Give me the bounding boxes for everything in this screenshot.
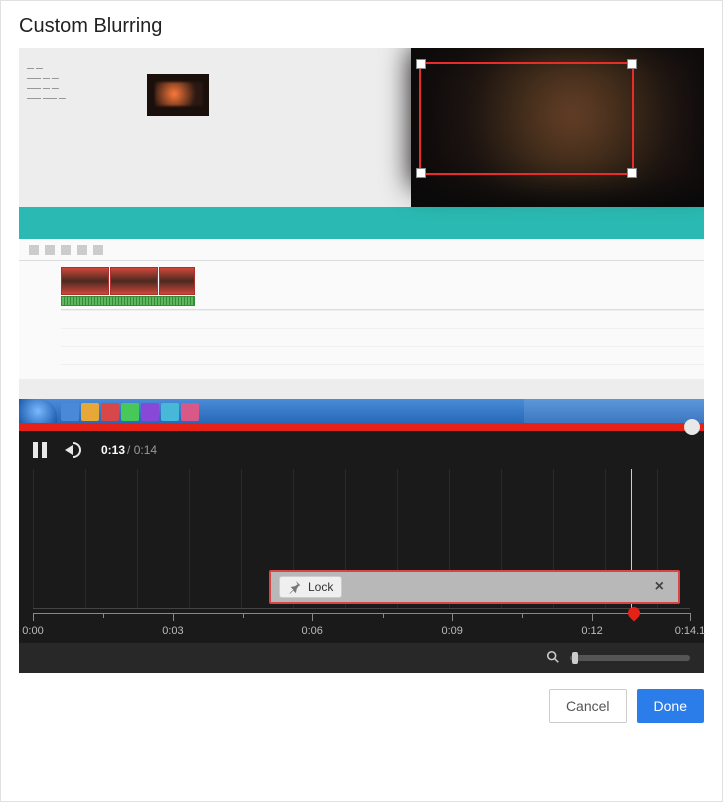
timeline-toolbar bbox=[19, 239, 704, 261]
editor-tool-ribbon bbox=[19, 207, 704, 239]
timeline-ruler[interactable]: 0:00 0:03 0:06 0:09 0:12 0:14.1 bbox=[33, 611, 690, 639]
timeline-clip bbox=[61, 267, 109, 295]
blur-timeline-panel: Lock × 0:00 0:03 0:06 0:09 0:12 0:14.1 bbox=[19, 469, 704, 673]
current-time: 0:13 bbox=[101, 443, 125, 457]
zoom-slider-thumb[interactable] bbox=[572, 652, 578, 664]
system-tray bbox=[524, 399, 704, 423]
blur-timeline-grid[interactable]: Lock × bbox=[33, 469, 690, 609]
timeline-clip bbox=[110, 267, 158, 295]
ruler-label: 0:03 bbox=[162, 625, 183, 637]
editor-media-panel: — — —— — — —— — — —— —— — bbox=[19, 48, 411, 207]
timeline-audio-track bbox=[61, 296, 195, 306]
ruler-label: 0:00 bbox=[22, 625, 43, 637]
lock-label: Lock bbox=[308, 580, 333, 594]
editor-top-panel: — — —— — — —— — — —— —— — bbox=[19, 48, 704, 207]
custom-blurring-dialog: Custom Blurring — — —— — — —— — — —— —— … bbox=[0, 0, 723, 802]
lock-button[interactable]: Lock bbox=[279, 576, 342, 598]
media-thumbnail bbox=[147, 74, 209, 116]
pause-button[interactable] bbox=[33, 442, 47, 458]
taskbar-pinned-icons bbox=[61, 403, 199, 421]
timeline-empty-tracks bbox=[61, 309, 704, 379]
video-preview-area: — — —— — — —— — — —— —— — bbox=[19, 48, 704, 423]
resize-handle-top-left[interactable] bbox=[416, 59, 426, 69]
ruler-label: 0:14.1 bbox=[675, 625, 706, 637]
video-progress-bar[interactable] bbox=[19, 423, 704, 431]
zoom-slider[interactable] bbox=[570, 655, 690, 661]
ruler-label: 0:12 bbox=[581, 625, 602, 637]
dialog-header: Custom Blurring bbox=[1, 1, 722, 48]
windows-taskbar bbox=[19, 399, 704, 423]
cancel-button[interactable]: Cancel bbox=[549, 689, 627, 723]
media-file-list: — — —— — — —— — — —— —— — bbox=[27, 64, 403, 104]
volume-icon[interactable] bbox=[65, 442, 83, 458]
start-button-icon bbox=[19, 399, 57, 423]
blur-selection-rect[interactable] bbox=[419, 62, 634, 175]
player-controls: 0:13/ 0:14 bbox=[19, 431, 704, 469]
resize-handle-bottom-right[interactable] bbox=[627, 168, 637, 178]
ruler-label: 0:09 bbox=[441, 625, 462, 637]
blur-region-bar[interactable]: Lock × bbox=[269, 570, 680, 604]
close-icon[interactable]: × bbox=[649, 578, 670, 596]
editor-menu-bar bbox=[27, 54, 403, 58]
ruler-label: 0:06 bbox=[302, 625, 323, 637]
resize-handle-bottom-left[interactable] bbox=[416, 168, 426, 178]
zoom-controls bbox=[19, 643, 704, 673]
dialog-footer: Cancel Done bbox=[1, 673, 722, 739]
timeline-video-clips bbox=[61, 267, 195, 295]
preview-monitor bbox=[411, 48, 704, 207]
search-icon[interactable] bbox=[546, 650, 560, 667]
done-button[interactable]: Done bbox=[637, 689, 704, 723]
editor-timeline-panel bbox=[19, 239, 704, 379]
time-display: 0:13/ 0:14 bbox=[101, 443, 157, 457]
progress-scrubber[interactable] bbox=[684, 419, 700, 435]
total-time: 0:14 bbox=[134, 443, 157, 457]
pin-icon bbox=[288, 580, 302, 594]
resize-handle-top-right[interactable] bbox=[627, 59, 637, 69]
timeline-clip bbox=[159, 267, 195, 295]
page-title: Custom Blurring bbox=[19, 15, 704, 38]
